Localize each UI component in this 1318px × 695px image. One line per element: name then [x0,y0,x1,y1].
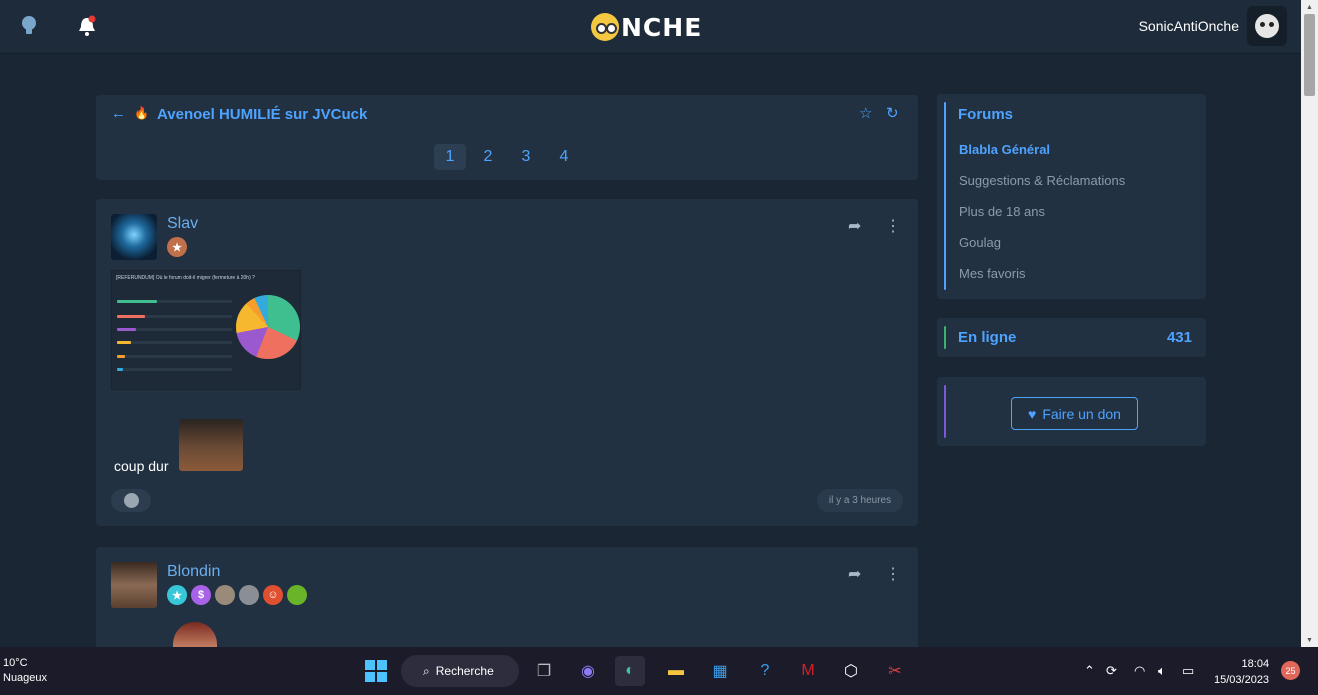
accent-bar [944,102,946,290]
post: Blondin ★ $ ☺ ➦ ⋮ [96,547,918,657]
share-icon[interactable]: ➦ [848,216,861,236]
store-icon[interactable]: ▦ [705,656,735,686]
search-label: Recherche [435,664,494,678]
share-icon[interactable]: ➦ [848,564,861,584]
topic-header: ← 🔥 Avenoel HUMILIÉ sur JVCuck ☆ ↻ 1 2 3… [96,95,918,180]
notification-count-badge[interactable]: 25 [1281,661,1300,680]
forum-link-favorites[interactable]: Mes favoris [959,266,1025,281]
search-icon: ⌕ [423,663,430,678]
poll-screenshot-image[interactable]: [REFERUNDUM] Où le forum doit-il migrer … [111,270,301,390]
weather-widget[interactable]: 10°C Nuageux [3,656,47,686]
topic-title[interactable]: Avenoel HUMILIÉ sur JVCuck [157,106,367,123]
weather-condition: Nuageux [3,672,48,684]
poll-bar [117,368,123,371]
volume-icon[interactable]: 🔈︎ [1158,663,1166,679]
pagination: 1 2 3 4 [434,144,580,170]
forum-link-suggestions[interactable]: Suggestions & Réclamations [959,173,1125,188]
star-icon[interactable]: ☆ [859,104,872,122]
post-timestamp[interactable]: il y a 3 heures [817,489,903,512]
emoji-face-icon [123,493,139,508]
page-1[interactable]: 1 [434,144,466,170]
author-name[interactable]: Slav [167,215,198,233]
lightbulb-icon[interactable] [20,15,38,37]
refresh-icon[interactable]: ↻ [886,104,899,122]
beer-badge-icon [287,585,307,605]
smiley-badge-icon: ☺ [263,585,283,605]
author-badges: ★ [167,237,187,257]
author-avatar[interactable] [111,214,157,260]
sticker-image[interactable] [179,419,243,471]
accent-bar [944,326,946,349]
heart-icon: ♥ [1028,405,1037,422]
poll-bar [117,300,157,303]
online-label[interactable]: En ligne [958,329,1016,346]
mcafee-icon[interactable]: M [793,656,823,686]
dollar-badge-icon: $ [191,585,211,605]
battery-icon[interactable]: ▭ [1182,663,1194,679]
edge-browser-icon[interactable]: ◐ [615,656,645,686]
app-icon[interactable]: ⬡ [836,656,866,686]
poll-pie-chart [236,295,300,359]
username[interactable]: SonicAntiOnche [1139,18,1239,34]
help-icon[interactable]: ? [750,656,780,686]
logo-text: NCHE [621,12,703,42]
top-navbar: NCHE SonicAntiOnche [0,0,1301,54]
back-arrow-icon[interactable]: ← [111,105,126,122]
sync-icon[interactable]: ⟳ [1106,663,1117,679]
more-options-icon[interactable]: ⋮ [885,216,901,236]
site-logo[interactable]: NCHE [591,12,702,42]
bell-icon[interactable] [77,15,97,37]
forum-link-blabla-general[interactable]: Blabla Général [959,142,1050,157]
page-2[interactable]: 2 [472,144,504,170]
donate-panel: ♥ Faire un don [937,377,1206,446]
forums-panel: Forums Blabla Général Suggestions & Récl… [937,94,1206,299]
system-clock[interactable]: 18:04 15/03/2023 [1214,656,1269,688]
os-taskbar: 10°C Nuageux ⌕ Recherche ❐ ◉ ◐ ▬ ▦ ? M ⬡… [0,647,1318,695]
fire-icon: 🔥 [134,106,149,120]
wifi-icon[interactable]: ◠ [1134,663,1145,679]
accent-bar [944,385,946,438]
donate-button[interactable]: ♥ Faire un don [1011,397,1138,430]
user-avatar[interactable] [1247,6,1287,46]
post: Slav ★ ➦ ⋮ [REFERUNDUM] Où le forum doit… [96,199,918,526]
forum-link-18-plus[interactable]: Plus de 18 ans [959,204,1045,219]
face-badge-icon [215,585,235,605]
page-scrollbar[interactable]: ▲ ▼ [1301,0,1318,647]
onche-face-logo [591,13,619,41]
face-badge-icon [239,585,259,605]
post-text: coup dur [114,458,169,474]
windows-start-icon[interactable] [361,656,391,686]
rank-badge-icon: ★ [167,237,187,257]
scroll-up-arrow-icon[interactable]: ▲ [1306,4,1313,11]
show-hidden-icons-chevron-icon[interactable]: ⌃ [1084,663,1095,679]
scrollbar-thumb[interactable] [1304,14,1315,96]
poll-image-title: [REFERUNDUM] Où le forum doit-il migrer … [116,275,255,281]
forums-title: Forums [958,106,1014,123]
page-4[interactable]: 4 [548,144,580,170]
poll-bar [117,328,136,331]
page-3[interactable]: 3 [510,144,542,170]
author-name[interactable]: Blondin [167,563,220,581]
star-badge-icon: ★ [167,585,187,605]
forum-link-goulag[interactable]: Goulag [959,235,1001,250]
add-reaction-button[interactable] [111,489,151,512]
online-panel: En ligne 431 [937,318,1206,357]
file-explorer-icon[interactable]: ▬ [661,656,691,686]
poll-bar [117,341,131,344]
clock-date: 15/03/2023 [1214,674,1270,686]
scroll-down-arrow-icon[interactable]: ▼ [1306,637,1313,644]
author-badges: ★ $ ☺ [167,585,307,605]
poll-bar [117,315,145,318]
snipping-tool-icon[interactable]: ✂ [880,656,910,686]
task-view-icon[interactable]: ❐ [529,656,559,686]
more-options-icon[interactable]: ⋮ [885,564,901,584]
donate-label: Faire un don [1042,405,1121,422]
temperature: 10°C [3,657,28,669]
online-count: 431 [1166,329,1192,346]
clock-time: 18:04 [1241,658,1270,670]
poll-bar [117,355,125,358]
author-avatar[interactable] [111,562,157,608]
teams-chat-icon[interactable]: ◉ [573,656,603,686]
taskbar-search[interactable]: ⌕ Recherche [401,655,519,687]
